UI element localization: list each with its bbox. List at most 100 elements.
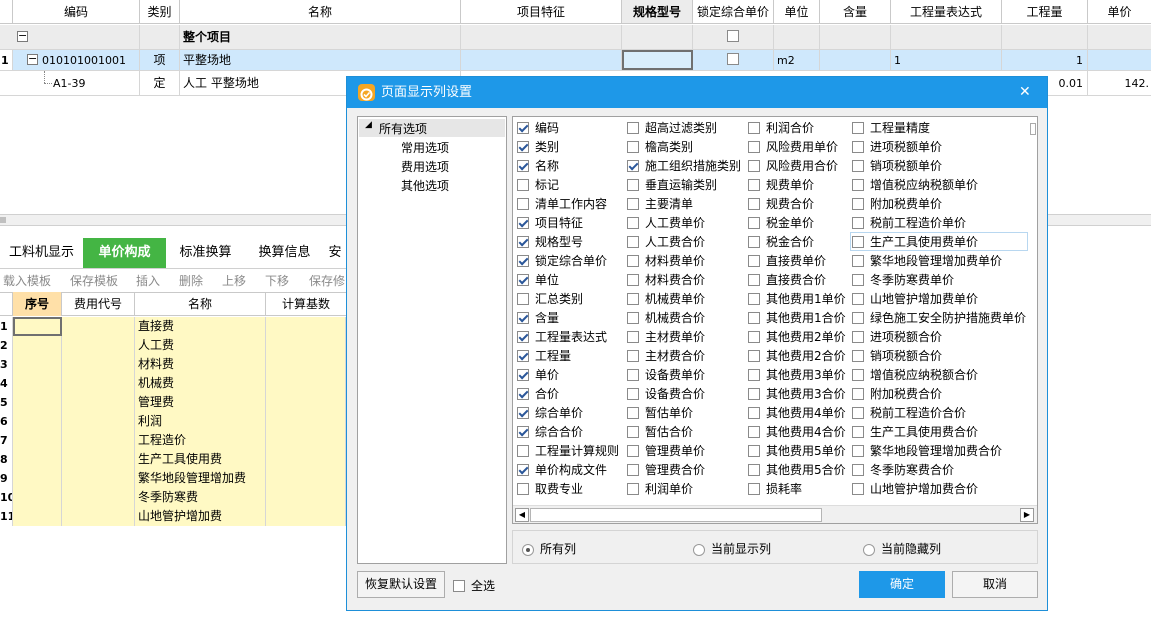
- unchecked-checkbox[interactable]: [852, 406, 864, 419]
- seq-cell[interactable]: [13, 355, 62, 374]
- column-option-checkbox[interactable]: 清单工作内容: [517, 195, 607, 214]
- select-all-checkbox[interactable]: 全选: [453, 577, 495, 594]
- unchecked-checkbox[interactable]: [627, 387, 639, 400]
- col-header-code[interactable]: 编码: [13, 0, 140, 24]
- column-option-checkbox[interactable]: 主材费单价: [627, 328, 705, 347]
- unchecked-checkbox[interactable]: [748, 197, 760, 210]
- column-option-checkbox[interactable]: 山地管护增加费单价: [852, 290, 978, 309]
- column-option-checkbox[interactable]: 合价: [517, 385, 559, 404]
- col-header-seq[interactable]: 序号: [13, 292, 62, 316]
- checked-checkbox[interactable]: [517, 368, 529, 381]
- table-row[interactable]: 4 机械费: [0, 374, 346, 393]
- column-option-checkbox[interactable]: 工程量精度: [852, 119, 930, 138]
- unchecked-checkbox[interactable]: [627, 311, 639, 324]
- unchecked-checkbox[interactable]: [852, 311, 864, 324]
- col-header-name[interactable]: 名称: [180, 0, 461, 24]
- cancel-button[interactable]: 取消: [952, 571, 1038, 598]
- move-up-button[interactable]: 上移: [222, 272, 246, 289]
- column-option-checkbox[interactable]: 附加税费单价: [852, 195, 942, 214]
- save-template-button[interactable]: 保存模板: [70, 272, 118, 289]
- column-option-checkbox[interactable]: 税金单价: [748, 214, 814, 233]
- unchecked-checkbox[interactable]: [852, 140, 864, 153]
- column-option-checkbox[interactable]: 繁华地段管理增加费合价: [852, 442, 1002, 461]
- col-header-spec[interactable]: 规格型号: [622, 0, 693, 24]
- fee-code-cell[interactable]: [62, 507, 135, 526]
- seq-cell[interactable]: [13, 450, 62, 469]
- collapse-toggle[interactable]: −: [17, 30, 28, 42]
- column-option-checkbox[interactable]: 山地管护增加费合价: [852, 480, 978, 499]
- column-option-checkbox[interactable]: 附加税费合价: [852, 385, 942, 404]
- column-option-checkbox[interactable]: 进项税额合价: [852, 328, 942, 347]
- seq-cell[interactable]: [13, 336, 62, 355]
- fee-code-cell[interactable]: [62, 488, 135, 507]
- calc-base-cell[interactable]: [266, 488, 346, 507]
- column-option-checkbox[interactable]: 规格型号: [517, 233, 583, 252]
- fee-code-cell[interactable]: [62, 469, 135, 488]
- unchecked-checkbox[interactable]: [852, 368, 864, 381]
- column-option-checkbox[interactable]: 标记: [517, 176, 559, 195]
- lock-price-checkbox[interactable]: [727, 53, 739, 65]
- checked-checkbox[interactable]: [517, 463, 529, 476]
- column-option-checkbox[interactable]: 规费合价: [748, 195, 814, 214]
- checked-checkbox[interactable]: [517, 159, 529, 172]
- unchecked-checkbox[interactable]: [748, 406, 760, 419]
- seq-cell[interactable]: [13, 374, 62, 393]
- delete-button[interactable]: 删除: [179, 272, 203, 289]
- column-option-checkbox[interactable]: 其他费用2合价: [748, 347, 846, 366]
- column-option-checkbox[interactable]: 利润单价: [627, 480, 693, 499]
- unchecked-checkbox[interactable]: [627, 482, 639, 495]
- radio-all-columns[interactable]: 所有列: [522, 540, 576, 557]
- fee-code-cell[interactable]: [62, 317, 135, 336]
- col-header-lock-price[interactable]: 锁定综合单价: [693, 0, 774, 24]
- unchecked-checkbox[interactable]: [627, 463, 639, 476]
- checklist-scrollbar[interactable]: ◀ ▶: [513, 505, 1037, 523]
- close-icon[interactable]: ✕: [1019, 77, 1031, 108]
- unchecked-checkbox[interactable]: [852, 292, 864, 305]
- seq-cell[interactable]: [13, 317, 62, 336]
- column-option-checkbox[interactable]: 生产工具使用费合价: [852, 423, 978, 442]
- unchecked-checkbox[interactable]: [852, 425, 864, 438]
- col-header-fee-name[interactable]: 名称: [135, 292, 266, 316]
- tab-conversion-info[interactable]: 换算信息: [245, 238, 324, 268]
- calc-base-cell[interactable]: [266, 507, 346, 526]
- table-row-project[interactable]: − 整个项目: [0, 25, 1151, 50]
- unchecked-checkbox[interactable]: [748, 463, 760, 476]
- column-option-checkbox[interactable]: 材料费单价: [627, 252, 705, 271]
- seq-cell[interactable]: [13, 412, 62, 431]
- unchecked-checkbox[interactable]: [852, 330, 864, 343]
- unchecked-checkbox[interactable]: [627, 406, 639, 419]
- fee-name-cell[interactable]: 工程造价: [135, 431, 266, 450]
- unchecked-checkbox[interactable]: [748, 178, 760, 191]
- unchecked-checkbox[interactable]: [852, 387, 864, 400]
- calc-base-cell[interactable]: [266, 469, 346, 488]
- unchecked-checkbox[interactable]: [852, 482, 864, 495]
- unchecked-checkbox[interactable]: [627, 292, 639, 305]
- column-option-checkbox[interactable]: 主材费合价: [627, 347, 705, 366]
- calc-base-cell[interactable]: [266, 374, 346, 393]
- unchecked-checkbox[interactable]: [852, 463, 864, 476]
- calc-base-cell[interactable]: [266, 317, 346, 336]
- col-header-type[interactable]: 类别: [140, 0, 180, 24]
- fee-name-cell[interactable]: 山地管护增加费: [135, 507, 266, 526]
- checked-checkbox[interactable]: [517, 121, 529, 134]
- column-option-checkbox[interactable]: 综合单价: [517, 404, 583, 423]
- unchecked-checkbox[interactable]: [748, 349, 760, 362]
- unchecked-checkbox[interactable]: [748, 330, 760, 343]
- column-option-checkbox[interactable]: 进项税额单价: [852, 138, 942, 157]
- column-option-checkbox[interactable]: 其他费用4单价: [748, 404, 846, 423]
- checked-checkbox[interactable]: [517, 311, 529, 324]
- unchecked-checkbox[interactable]: [748, 292, 760, 305]
- unchecked-checkbox[interactable]: [748, 140, 760, 153]
- calc-base-cell[interactable]: [266, 450, 346, 469]
- column-option-checkbox[interactable]: 风险费用单价: [748, 138, 838, 157]
- column-option-checkbox[interactable]: 其他费用5单价: [748, 442, 846, 461]
- unchecked-checkbox[interactable]: [748, 444, 760, 457]
- fee-code-cell[interactable]: [62, 450, 135, 469]
- checked-checkbox[interactable]: [517, 406, 529, 419]
- column-option-checkbox[interactable]: 直接费合价: [748, 271, 826, 290]
- column-option-checkbox[interactable]: 含量: [517, 309, 559, 328]
- table-row[interactable]: 7 工程造价: [0, 431, 346, 450]
- tab-more[interactable]: 安: [324, 238, 346, 268]
- column-option-checkbox[interactable]: 综合合价: [517, 423, 583, 442]
- unchecked-checkbox[interactable]: [852, 121, 864, 134]
